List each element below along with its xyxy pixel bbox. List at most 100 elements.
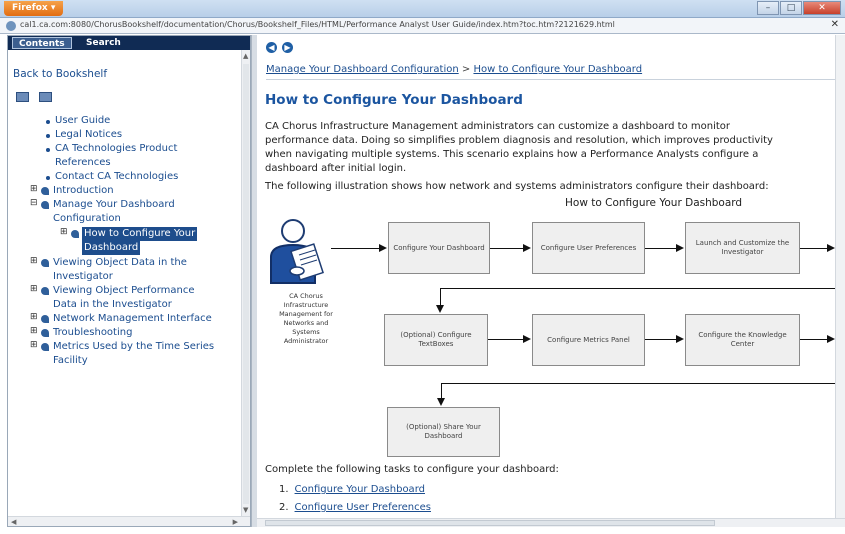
expand-icon[interactable]: ⊞ xyxy=(30,284,38,294)
toc-item-viewing-performance-cont[interactable]: Data in the Investigator xyxy=(53,298,172,312)
page-title: How to Configure Your Dashboard xyxy=(265,92,523,108)
sync-toc-icon[interactable] xyxy=(16,92,29,102)
tab-search[interactable]: Search xyxy=(80,37,127,49)
expand-icon[interactable]: ⊞ xyxy=(60,227,68,237)
address-bar[interactable]: cal1.ca.com:8080/ChorusBookshelf/documen… xyxy=(0,18,845,34)
maximize-button[interactable]: □ xyxy=(780,1,802,15)
flow-arrow xyxy=(331,248,381,249)
task-number: 2. xyxy=(279,502,289,513)
arrowhead xyxy=(523,335,531,343)
administrator-icon xyxy=(270,219,324,284)
scroll-left-icon[interactable]: ◀ xyxy=(11,518,16,526)
toc-content: Back to Bookshelf User Guide Legal Notic… xyxy=(8,50,240,516)
next-topic-icon[interactable]: ▶ xyxy=(282,42,293,53)
toc-horizontal-scrollbar[interactable]: ◀ ▶ xyxy=(8,516,250,526)
toc-item-manage-dashboard[interactable]: Manage Your Dashboard xyxy=(53,198,175,212)
site-identity-icon[interactable] xyxy=(6,21,16,31)
toc-item-manage-dashboard-cont[interactable]: Configuration xyxy=(53,212,121,226)
arrowhead xyxy=(437,398,445,406)
toc-pane: Contents Search Back to Bookshelf User G… xyxy=(7,35,251,527)
administrator-label: CA Chorus Infrastructure Management for … xyxy=(279,292,333,345)
scrollbar-thumb[interactable] xyxy=(265,520,715,526)
toc-item-metrics-cont[interactable]: Facility xyxy=(53,354,88,368)
breadcrumb-link-current[interactable]: How to Configure Your Dashboard xyxy=(473,64,642,75)
page-icon xyxy=(71,230,79,238)
toc-item-viewing-object-data-cont[interactable]: Investigator xyxy=(53,270,113,284)
intro-line-1: CA Chorus Infrastructure Management admi… xyxy=(265,121,731,132)
arrowhead xyxy=(676,244,684,252)
toc-toolbar xyxy=(16,92,52,102)
flow-arrow xyxy=(645,339,677,340)
collapse-toc-icon[interactable] xyxy=(39,92,52,102)
topic-pane: ◀ ▶ Manage Your Dashboard Configuration … xyxy=(257,35,845,527)
step-configure-knowledge: Configure the Knowledge Center xyxy=(685,314,800,366)
expand-icon[interactable]: ⊞ xyxy=(30,326,38,336)
close-window-button[interactable]: ✕ xyxy=(803,1,841,15)
firefox-menu-button[interactable]: Firefox ▾ xyxy=(4,1,64,16)
toc-item-legal-notices[interactable]: Legal Notices xyxy=(55,128,122,142)
flow-arrow xyxy=(800,248,828,249)
expand-icon[interactable]: ⊞ xyxy=(30,184,38,194)
task-link-configure-dashboard[interactable]: Configure Your Dashboard xyxy=(295,484,425,495)
step-configure-metrics: Configure Metrics Panel xyxy=(532,314,645,366)
flow-arrow xyxy=(488,339,524,340)
bullet-icon xyxy=(46,176,50,180)
connector-line xyxy=(441,383,442,399)
bullet-icon xyxy=(46,148,50,152)
back-to-bookshelf-link[interactable]: Back to Bookshelf xyxy=(13,68,107,80)
toc-item-how-to-configure[interactable]: How to Configure Your xyxy=(82,227,198,241)
book-icon xyxy=(41,329,49,337)
toc-item-ca-references[interactable]: CA Technologies Product xyxy=(55,142,177,156)
toc-item-user-guide[interactable]: User Guide xyxy=(55,114,110,128)
breadcrumb: Manage Your Dashboard Configuration > Ho… xyxy=(266,64,642,75)
minimize-button[interactable]: – xyxy=(757,1,779,15)
tasks-intro: Complete the following tasks to configur… xyxy=(265,464,559,475)
close-tab-icon[interactable]: ✕ xyxy=(831,19,839,30)
previous-topic-icon[interactable]: ◀ xyxy=(266,42,277,53)
expand-icon[interactable]: ⊞ xyxy=(30,256,38,266)
book-icon xyxy=(41,315,49,323)
connector-line xyxy=(440,288,840,289)
topic-horizontal-scrollbar[interactable] xyxy=(257,518,845,527)
expand-icon[interactable]: ⊞ xyxy=(30,340,38,350)
illustration-intro: The following illustration shows how net… xyxy=(265,181,769,192)
task-link-configure-preferences[interactable]: Configure User Preferences xyxy=(295,502,431,513)
illustration-title: How to Configure Your Dashboard xyxy=(565,197,743,209)
connector-line xyxy=(441,383,841,384)
arrowhead xyxy=(676,335,684,343)
window-controls: – □ ✕ xyxy=(757,1,841,15)
divider xyxy=(266,79,836,80)
breadcrumb-link-manage[interactable]: Manage Your Dashboard Configuration xyxy=(266,64,459,75)
toc-item-ca-references-cont[interactable]: References xyxy=(55,156,111,170)
toc-item-network-management[interactable]: Network Management Interface xyxy=(53,312,212,326)
intro-line-4: dashboard after initial login. xyxy=(265,163,407,174)
topic-vertical-scrollbar[interactable] xyxy=(835,35,845,518)
task-item: 1. Configure Your Dashboard xyxy=(279,484,425,495)
toc-item-viewing-performance[interactable]: Viewing Object Performance xyxy=(53,284,195,298)
toc-item-contact[interactable]: Contact CA Technologies xyxy=(55,170,178,184)
arrowhead xyxy=(523,244,531,252)
url-text[interactable]: cal1.ca.com:8080/ChorusBookshelf/documen… xyxy=(20,20,615,29)
toc-item-how-to-configure-cont[interactable]: Dashboard xyxy=(82,241,141,255)
scrollbar-thumb[interactable] xyxy=(243,64,249,504)
step-configure-dashboard: Configure Your Dashboard xyxy=(388,222,490,274)
toc-item-metrics[interactable]: Metrics Used by the Time Series xyxy=(53,340,214,354)
arrowhead xyxy=(436,305,444,313)
breadcrumb-separator: > xyxy=(461,64,471,75)
toc-vertical-scrollbar[interactable]: ▲ ▼ xyxy=(241,50,250,516)
toc-item-viewing-object-data[interactable]: Viewing Object Data in the xyxy=(53,256,187,270)
task-item: 2. Configure User Preferences xyxy=(279,502,431,513)
collapse-icon[interactable]: ⊟ xyxy=(30,198,38,208)
scroll-right-icon[interactable]: ▶ xyxy=(233,518,238,526)
scroll-down-icon[interactable]: ▼ xyxy=(243,506,248,514)
flow-arrow xyxy=(800,339,828,340)
toc-item-introduction[interactable]: Introduction xyxy=(53,184,114,198)
toc-tabs: Contents Search xyxy=(8,36,250,50)
bullet-icon xyxy=(46,134,50,138)
scroll-up-icon[interactable]: ▲ xyxy=(243,52,248,60)
arrowhead xyxy=(827,335,835,343)
tab-contents[interactable]: Contents xyxy=(12,37,72,49)
connector-line xyxy=(440,288,441,306)
expand-icon[interactable]: ⊞ xyxy=(30,312,38,322)
toc-item-troubleshooting[interactable]: Troubleshooting xyxy=(53,326,132,340)
